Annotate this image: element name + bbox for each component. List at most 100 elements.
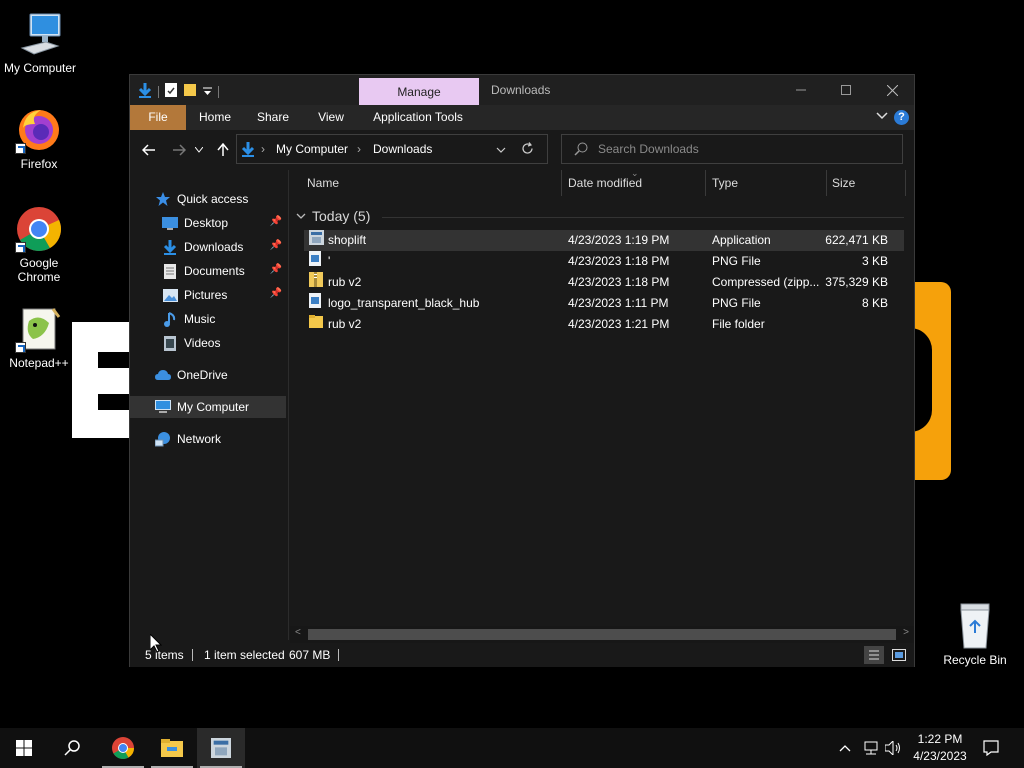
column-header-type[interactable]: Type: [712, 170, 738, 196]
tab-application-tools[interactable]: Application Tools: [364, 105, 472, 130]
desktop-icon-notepadpp[interactable]: Notepad++: [0, 305, 79, 370]
desktop-icon-label: Firefox: [20, 157, 58, 171]
pin-icon[interactable]: 📌: [270, 264, 282, 275]
recent-locations-button[interactable]: [192, 139, 206, 161]
document-icon: [162, 263, 178, 279]
show-hidden-icons-button[interactable]: [839, 728, 851, 768]
tab-view[interactable]: View: [306, 105, 356, 130]
file-size: 8 KB: [861, 296, 888, 310]
start-button[interactable]: [0, 728, 48, 768]
desktop-icon-recycle-bin[interactable]: Recycle Bin: [935, 602, 1015, 667]
file-explorer-window: Manage Downloads File Home Share View Ap…: [129, 74, 915, 667]
file-row[interactable]: rub v2 4/23/2023 1:18 PM Compressed (zip…: [304, 272, 904, 293]
back-button[interactable]: [138, 139, 160, 161]
minimize-button[interactable]: [778, 75, 824, 105]
sidebar-item-label: Quick access: [177, 192, 249, 206]
refresh-icon[interactable]: [521, 142, 534, 158]
search-box[interactable]: [561, 134, 903, 164]
sidebar-item-my-computer[interactable]: My Computer: [130, 396, 286, 418]
recycle-bin-icon: [951, 602, 999, 650]
minimize-icon: [796, 89, 806, 91]
new-folder-icon[interactable]: [183, 83, 197, 100]
pin-icon[interactable]: 📌: [270, 216, 282, 227]
sidebar-item-documents[interactable]: Documents 📌: [130, 260, 286, 282]
pin-icon[interactable]: 📌: [270, 240, 282, 251]
customize-qat-icon[interactable]: [203, 85, 212, 99]
close-icon: [886, 84, 898, 96]
file-date: 4/23/2023 1:21 PM: [568, 317, 670, 331]
group-header-label: Today (5): [312, 208, 371, 224]
up-arrow-icon: [217, 143, 229, 156]
sidebar-item-videos[interactable]: Videos: [130, 332, 286, 354]
action-center-button[interactable]: [983, 728, 999, 768]
volume-icon[interactable]: [885, 728, 901, 768]
column-header-size[interactable]: Size: [832, 170, 855, 196]
file-row[interactable]: ' 4/23/2023 1:18 PM PNG File 3 KB: [304, 251, 904, 272]
taskbar-shoplift[interactable]: [197, 728, 245, 768]
breadcrumb-downloads[interactable]: Downloads: [373, 135, 432, 163]
tab-manage[interactable]: Manage: [359, 78, 479, 106]
up-button[interactable]: [212, 139, 234, 161]
forward-arrow-icon: [173, 144, 186, 156]
sidebar-item-label: Videos: [184, 336, 221, 350]
properties-icon[interactable]: [165, 83, 177, 100]
tab-file[interactable]: File: [130, 105, 186, 130]
file-type: Application: [712, 233, 771, 247]
sidebar-item-music[interactable]: Music: [130, 308, 286, 330]
desktop-icon-firefox[interactable]: Firefox: [0, 106, 79, 171]
desktop-icon-my-computer[interactable]: My Computer: [0, 10, 80, 75]
search-input[interactable]: [598, 141, 888, 157]
status-size: 607 MB: [289, 648, 331, 662]
help-icon[interactable]: ?: [894, 110, 909, 125]
address-bar[interactable]: › My Computer › Downloads: [236, 134, 548, 164]
zip-folder-icon: [309, 272, 323, 287]
sidebar-item-network[interactable]: Network: [130, 428, 286, 450]
notification-icon: [983, 740, 999, 756]
computer-icon: [16, 10, 64, 58]
sidebar-item-onedrive[interactable]: OneDrive: [130, 364, 286, 386]
file-date: 4/23/2023 1:18 PM: [568, 275, 670, 289]
address-history-chevron-icon[interactable]: [496, 143, 506, 157]
horizontal-scrollbar[interactable]: < >: [290, 626, 914, 643]
tab-share[interactable]: Share: [248, 105, 298, 130]
sidebar-item-quick-access[interactable]: Quick access: [130, 188, 286, 210]
taskbar-chrome[interactable]: [99, 728, 147, 768]
chrome-icon: [112, 737, 134, 759]
file-row[interactable]: logo_transparent_black_hub 4/23/2023 1:1…: [304, 293, 904, 314]
desktop-icon-chrome[interactable]: Google Chrome: [0, 205, 79, 284]
expand-ribbon-icon[interactable]: [876, 109, 888, 124]
breadcrumb-separator-icon: ›: [357, 142, 361, 156]
file-size: 375,329 KB: [825, 275, 888, 289]
file-type: Compressed (zipp...: [712, 275, 820, 289]
scrollbar-thumb[interactable]: [308, 629, 896, 640]
details-view-button[interactable]: [864, 646, 884, 664]
maximize-button[interactable]: [823, 75, 869, 105]
mouse-cursor-icon: [149, 632, 163, 656]
sidebar-item-downloads[interactable]: Downloads 📌: [130, 236, 286, 258]
pin-icon[interactable]: 📌: [270, 288, 282, 299]
close-button[interactable]: [869, 75, 915, 105]
pane-splitter[interactable]: [288, 170, 289, 640]
group-header-today[interactable]: Today (5): [296, 208, 370, 224]
file-name: rub v2: [328, 275, 362, 289]
navigation-bar: › My Computer › Downloads: [130, 130, 914, 170]
sidebar-item-desktop[interactable]: Desktop 📌: [130, 212, 286, 234]
window-title: Downloads: [491, 83, 551, 97]
taskbar-file-explorer[interactable]: [148, 728, 196, 768]
tab-home[interactable]: Home: [190, 105, 240, 130]
file-row[interactable]: rub v2 4/23/2023 1:21 PM File folder: [304, 314, 904, 335]
title-bar[interactable]: Manage Downloads: [130, 75, 915, 106]
forward-button[interactable]: [168, 139, 190, 161]
column-header-name[interactable]: Name: [307, 170, 339, 196]
search-button[interactable]: [48, 728, 96, 768]
large-icons-view-button[interactable]: [889, 646, 909, 664]
breadcrumb-my-computer[interactable]: My Computer: [276, 135, 348, 163]
scroll-left-icon[interactable]: <: [295, 627, 301, 638]
network-tray-icon[interactable]: [862, 728, 880, 768]
sidebar-item-pictures[interactable]: Pictures 📌: [130, 284, 286, 306]
maximize-icon: [841, 85, 851, 95]
file-row[interactable]: shoplift 4/23/2023 1:19 PM Application 6…: [304, 230, 904, 251]
scroll-right-icon[interactable]: >: [903, 627, 909, 638]
system-clock[interactable]: 1:22 PM 4/23/2023: [900, 731, 980, 765]
column-header-date-modified[interactable]: Date modified: [568, 170, 642, 196]
